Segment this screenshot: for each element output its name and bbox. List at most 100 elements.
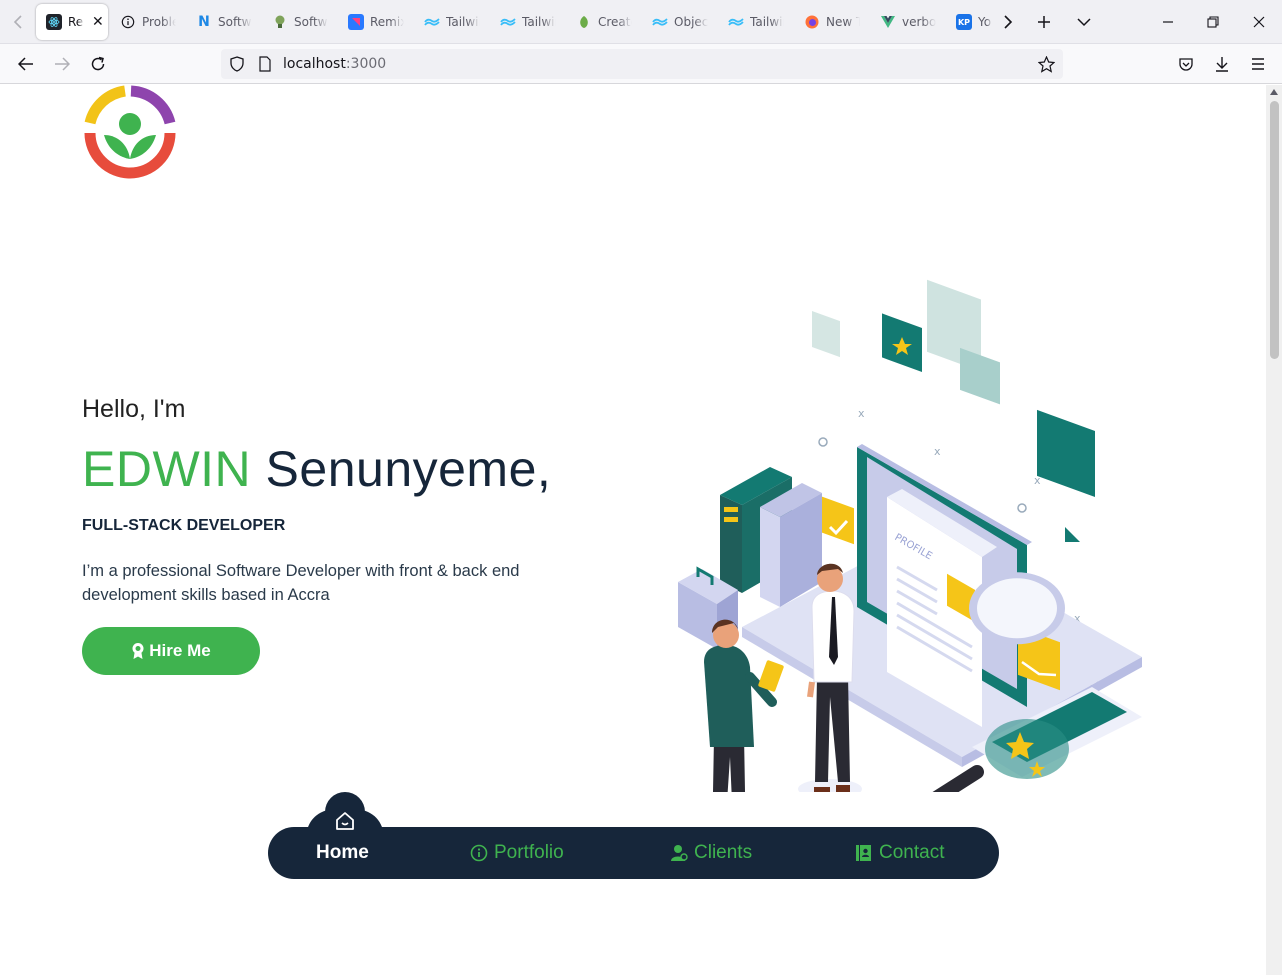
tab-0[interactable]: React ✕ [36, 4, 108, 40]
tab-scroll-right-button[interactable] [994, 8, 1022, 36]
nav-item-clients[interactable]: Clients [670, 827, 752, 879]
tab-label: New Tab [826, 15, 860, 29]
tailwind-icon [728, 14, 744, 30]
plus-icon [1038, 16, 1050, 28]
page-icon [259, 56, 271, 72]
tab-label: Tailwind [750, 15, 784, 29]
tab-8[interactable]: Object [642, 4, 716, 40]
tailwind-icon [500, 14, 516, 30]
url-host: localhost [283, 56, 346, 72]
hero-last-name: Senunyeme, [251, 441, 552, 497]
svg-text:x: x [934, 445, 941, 458]
tab-label: Remix [370, 15, 404, 29]
new-tab-button[interactable] [1030, 8, 1058, 36]
tab-label: verbose [902, 15, 936, 29]
url-bar[interactable]: localhost:3000 [221, 49, 1063, 79]
nav-portfolio-label: Portfolio [494, 842, 564, 863]
reload-button[interactable] [84, 50, 112, 78]
hero-role: FULL-STACK DEVELOPER [82, 517, 286, 534]
reload-icon [91, 56, 105, 71]
tab-6[interactable]: Tailwind [490, 4, 564, 40]
tab-label: Software [294, 15, 328, 29]
tab-7[interactable]: Create [566, 4, 640, 40]
react-icon [46, 14, 62, 30]
pocket-icon [1179, 58, 1193, 71]
nav-home-label: Home [316, 842, 369, 863]
hero-first-name: EDWIN [82, 441, 252, 497]
arrow-right-icon [55, 57, 70, 71]
tab-9[interactable]: Tailwind [718, 4, 792, 40]
user-pin-icon [671, 845, 688, 861]
svg-text:x: x [1034, 474, 1041, 487]
hire-me-button[interactable]: Hire Me [82, 627, 260, 675]
minimize-button[interactable] [1154, 8, 1182, 36]
tab-label: Tailwind [446, 15, 480, 29]
contact-book-icon [856, 845, 871, 861]
tailwind-icon [652, 14, 668, 30]
tab-12[interactable]: KP You [946, 4, 992, 40]
brand-logo[interactable] [82, 85, 178, 181]
tab-label: React [68, 15, 84, 29]
url-port: :3000 [345, 56, 387, 72]
star-bookmark-icon[interactable] [1038, 55, 1055, 73]
hire-me-label: Hire Me [149, 641, 211, 660]
chevron-right-icon [1004, 15, 1013, 29]
tab-scroll-left-button[interactable] [4, 8, 32, 36]
nav-clients-label: Clients [694, 842, 753, 863]
page-scrollbar[interactable] [1266, 85, 1282, 975]
scroll-up-icon[interactable] [1270, 89, 1278, 95]
chevron-down-icon [1077, 18, 1091, 27]
tailwind-icon [424, 14, 440, 30]
tab-10[interactable]: New Tab [794, 4, 868, 40]
back-button[interactable] [12, 50, 40, 78]
nav-contact-label: Contact [879, 842, 945, 863]
tab-11[interactable]: verbose [870, 4, 944, 40]
tab-label: You [978, 15, 992, 29]
forward-button[interactable] [48, 50, 76, 78]
list-all-tabs-button[interactable] [1070, 8, 1098, 36]
app-menu-button[interactable] [1244, 50, 1272, 78]
download-icon [1216, 57, 1228, 72]
scrollbar-thumb[interactable] [1270, 101, 1279, 359]
info-icon [470, 844, 488, 862]
tab-label: Create [598, 15, 632, 29]
nav-item-home[interactable]: Home [316, 827, 369, 879]
award-icon [132, 643, 144, 659]
url-text[interactable]: localhost:3000 [283, 56, 386, 72]
tab-label: Tailwind [522, 15, 556, 29]
tab-1[interactable]: Problems [110, 4, 184, 40]
close-tab-icon[interactable]: ✕ [92, 14, 104, 30]
firefox-icon [804, 14, 820, 30]
arrow-left-icon [18, 57, 33, 71]
shield-icon[interactable] [229, 56, 245, 72]
tab-4[interactable]: Remix [338, 4, 412, 40]
minimize-icon [1163, 21, 1173, 23]
nestjs-icon: N [198, 14, 210, 30]
chevron-left-icon [13, 15, 22, 29]
tab-label: Object [674, 15, 708, 29]
hero-greeting: Hello, I'm [82, 395, 186, 423]
hero-description: I’m a professional Software Developer wi… [82, 562, 520, 604]
hamburger-menu-icon [1252, 58, 1264, 70]
leaf-icon [576, 14, 592, 30]
kp-icon: KP [956, 14, 972, 30]
pocket-button[interactable] [1172, 50, 1200, 78]
tab-2[interactable]: N Software [186, 4, 260, 40]
remix-icon [348, 14, 364, 30]
tab-5[interactable]: Tailwind [414, 4, 488, 40]
vue-icon [880, 14, 896, 30]
tab-label: Software [218, 15, 252, 29]
tab-3[interactable]: Software [262, 4, 336, 40]
info-icon [120, 14, 136, 30]
svg-text:x: x [858, 407, 865, 420]
nav-item-contact[interactable]: Contact [855, 827, 944, 879]
tab-label: Problems [142, 15, 176, 29]
browser-nav-bar: localhost:3000 [0, 44, 1282, 84]
nav-item-portfolio[interactable]: Portfolio [470, 827, 564, 879]
restore-icon [1207, 16, 1219, 28]
restore-button[interactable] [1199, 8, 1227, 36]
hero-name: EDWIN Senunyeme, [82, 440, 551, 498]
close-icon [1253, 16, 1265, 28]
downloads-button[interactable] [1208, 50, 1236, 78]
close-window-button[interactable] [1245, 8, 1273, 36]
